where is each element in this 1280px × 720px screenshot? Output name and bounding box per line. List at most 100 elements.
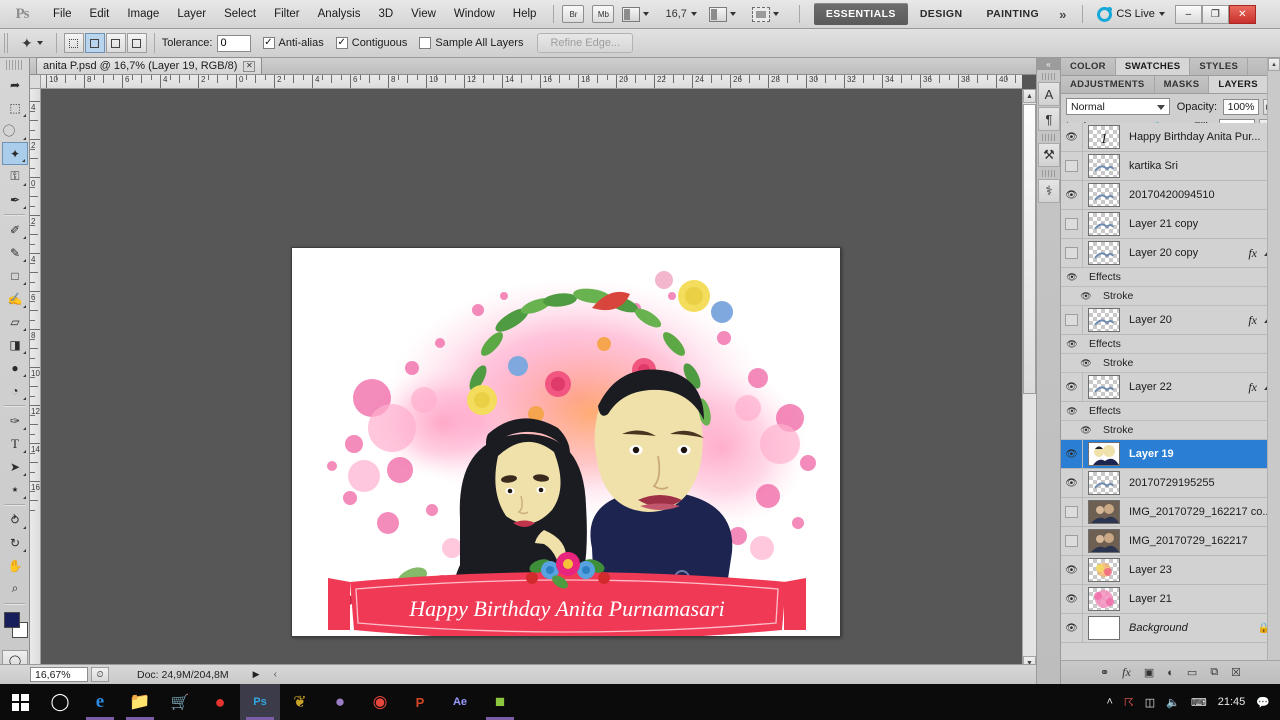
layer-thumbnail[interactable] bbox=[1088, 375, 1120, 399]
layer-visibility-eye-icon[interactable]: 👁 bbox=[1061, 555, 1083, 585]
adjustments-panel-icon[interactable]: ⚒ bbox=[1038, 143, 1060, 167]
intersect-selection-button[interactable] bbox=[126, 33, 147, 53]
battery-icon[interactable]: ◫ bbox=[1145, 696, 1155, 709]
eyedropper-tool[interactable]: ✒ bbox=[2, 188, 28, 211]
layer-row[interactable]: 👁 1 Happy Birthday Anita Pur... bbox=[1061, 123, 1280, 152]
layer-row[interactable]: 👁 20170420094510 bbox=[1061, 180, 1280, 210]
link-layers-icon[interactable]: ⚭ bbox=[1100, 666, 1109, 679]
document-tab[interactable]: anita P.psd @ 16,7% (Layer 19, RGB/8) ✕ bbox=[36, 57, 263, 74]
layer-thumbnail[interactable] bbox=[1088, 529, 1120, 553]
layer-row[interactable]: IMG_20170729_162217 co... bbox=[1061, 497, 1280, 527]
layer-thumbnail[interactable] bbox=[1088, 212, 1120, 236]
effects-visibility-eye-icon[interactable]: 👁 bbox=[1061, 406, 1083, 417]
layer-thumbnail[interactable] bbox=[1088, 471, 1120, 495]
menu-3d[interactable]: 3D bbox=[369, 4, 402, 24]
volume-icon[interactable]: 🔈 bbox=[1166, 696, 1180, 709]
zoom-tool[interactable]: ⌕ bbox=[2, 577, 28, 600]
layer-visibility-off-icon[interactable] bbox=[1061, 151, 1083, 181]
layer-fx-icon[interactable]: fx bbox=[1248, 246, 1257, 261]
layer-effect-item-row[interactable]: 👁 Stroke bbox=[1061, 287, 1280, 306]
layers-scroll-up-button[interactable]: ▲ bbox=[1268, 58, 1280, 71]
view-extras-menu[interactable] bbox=[622, 6, 650, 22]
layer-row[interactable]: Layer 20 copy fx bbox=[1061, 238, 1280, 268]
workspace-essentials[interactable]: ESSENTIALS bbox=[813, 3, 908, 25]
layer-thumbnail[interactable] bbox=[1088, 308, 1120, 332]
refine-edge-button[interactable]: Refine Edge... bbox=[537, 33, 634, 53]
layer-effects-row[interactable]: 👁 Effects bbox=[1061, 402, 1280, 421]
cortana-search-icon[interactable]: ◯ bbox=[40, 684, 80, 720]
tool-preset-picker[interactable]: ✦ bbox=[15, 35, 49, 52]
close-button[interactable]: ✕ bbox=[1228, 4, 1256, 24]
layer-effect-item-row[interactable]: 👁 Stroke bbox=[1061, 421, 1280, 440]
layer-visibility-eye-icon[interactable]: 👁 bbox=[1061, 372, 1083, 402]
workspace-more-button[interactable]: » bbox=[1051, 7, 1074, 22]
workspace-painting[interactable]: PAINTING bbox=[974, 3, 1051, 25]
zoom-chevron-down-icon[interactable] bbox=[690, 12, 697, 16]
path-selection-tool[interactable]: ➤ bbox=[2, 455, 28, 478]
layer-fx-icon[interactable]: fx bbox=[1248, 380, 1257, 395]
status-expand-arrow[interactable]: ▶ bbox=[253, 669, 260, 680]
layer-visibility-eye-icon[interactable]: 👁 bbox=[1061, 123, 1083, 152]
spot-healing-brush-tool[interactable]: ✐ bbox=[2, 218, 28, 241]
menu-select[interactable]: Select bbox=[215, 4, 265, 24]
layer-visibility-eye-icon[interactable]: 👁 bbox=[1061, 439, 1083, 469]
layer-row[interactable]: 👁 Background 🔒 bbox=[1061, 613, 1280, 643]
effect-visibility-eye-icon[interactable]: 👁 bbox=[1075, 291, 1097, 302]
pen-tool[interactable]: ✑ bbox=[2, 409, 28, 432]
opacity-value[interactable]: 100% bbox=[1223, 98, 1260, 115]
wifi-disconnected-icon[interactable]: ☈ bbox=[1124, 696, 1134, 709]
horizontal-ruler[interactable]: 10 8 6 4 2 0 2 4 6 8 10 12 14 16 18 20 22 24 26 28 30 32 34 36 3… bbox=[41, 75, 1022, 89]
menu-view[interactable]: View bbox=[402, 4, 445, 24]
hand-tool[interactable]: ✋ bbox=[2, 554, 28, 577]
subtract-from-selection-button[interactable] bbox=[105, 33, 126, 53]
layer-visibility-eye-icon[interactable]: 👁 bbox=[1061, 180, 1083, 210]
workspace-design[interactable]: DESIGN bbox=[908, 3, 975, 25]
tab-swatches[interactable]: SWATCHES bbox=[1115, 58, 1191, 75]
canvas-viewport[interactable]: Happy Birthday Anita Purnamasari bbox=[41, 89, 1022, 670]
layer-visibility-eye-icon[interactable]: 👁 bbox=[1061, 613, 1083, 643]
layer-row[interactable]: 👁 Layer 19 bbox=[1061, 439, 1280, 469]
tolerance-input[interactable] bbox=[216, 34, 251, 52]
zoom-percent-field[interactable]: 16,67% bbox=[30, 667, 88, 682]
lasso-tool[interactable]: ⃝ bbox=[2, 119, 28, 142]
file-explorer-icon[interactable]: 📁 bbox=[120, 684, 160, 720]
ruler-corner[interactable] bbox=[30, 75, 41, 89]
layer-thumbnail[interactable] bbox=[1088, 154, 1120, 178]
tab-masks[interactable]: MASKS bbox=[1155, 76, 1210, 93]
layer-row[interactable]: 👁 Layer 23 bbox=[1061, 555, 1280, 585]
screen-mode-menu[interactable] bbox=[751, 6, 779, 22]
vertical-ruler[interactable]: 4 2 0 2 4 6 8 10 12 14 16 bbox=[30, 89, 41, 670]
gradient-tool[interactable]: ◨ bbox=[2, 333, 28, 356]
layer-thumbnail[interactable] bbox=[1088, 500, 1120, 524]
blur-tool[interactable]: ● bbox=[2, 356, 28, 379]
sketchbook-icon[interactable]: ● bbox=[320, 684, 360, 720]
tab-color[interactable]: COLOR bbox=[1061, 58, 1116, 75]
layer-effect-item-row[interactable]: 👁 Stroke bbox=[1061, 354, 1280, 373]
layer-row[interactable]: Layer 20 fx bbox=[1061, 305, 1280, 335]
cs-live-menu[interactable]: CS Live bbox=[1097, 6, 1165, 22]
effects-visibility-eye-icon[interactable]: 👁 bbox=[1061, 272, 1083, 283]
blend-mode-select[interactable]: Normal bbox=[1066, 98, 1170, 115]
layer-visibility-off-icon[interactable] bbox=[1061, 497, 1083, 527]
new-layer-icon[interactable]: ⧉ bbox=[1210, 666, 1218, 679]
minimize-button[interactable]: – bbox=[1174, 4, 1202, 24]
canvas-vertical-scrollbar[interactable]: ▲ ▼ bbox=[1022, 89, 1036, 670]
history-panel-icon[interactable]: ⚕ bbox=[1038, 179, 1060, 203]
layer-visibility-eye-icon[interactable]: 👁 bbox=[1061, 584, 1083, 614]
layer-visibility-eye-icon[interactable]: 👁 bbox=[1061, 468, 1083, 498]
character-panel-icon[interactable]: A bbox=[1038, 82, 1060, 106]
rectangular-marquee-tool[interactable]: ⬚ bbox=[2, 96, 28, 119]
menu-edit[interactable]: Edit bbox=[81, 4, 119, 24]
corel-icon[interactable]: ❦ bbox=[280, 684, 320, 720]
vertical-scroll-thumb[interactable] bbox=[1023, 104, 1036, 394]
tab-styles[interactable]: STYLES bbox=[1190, 58, 1249, 75]
new-selection-button[interactable] bbox=[63, 33, 84, 53]
close-icon[interactable]: ✕ bbox=[243, 60, 256, 72]
add-layer-mask-icon[interactable]: ▣ bbox=[1144, 666, 1154, 679]
brush-tool[interactable]: ✎ bbox=[2, 241, 28, 264]
explorer-window-icon[interactable]: ■ bbox=[480, 684, 520, 720]
launch-mini-bridge-button[interactable]: Mb bbox=[592, 5, 615, 23]
menu-window[interactable]: Window bbox=[445, 4, 504, 24]
menu-layer[interactable]: Layer bbox=[168, 4, 215, 24]
toolbox-grip[interactable] bbox=[6, 60, 23, 70]
